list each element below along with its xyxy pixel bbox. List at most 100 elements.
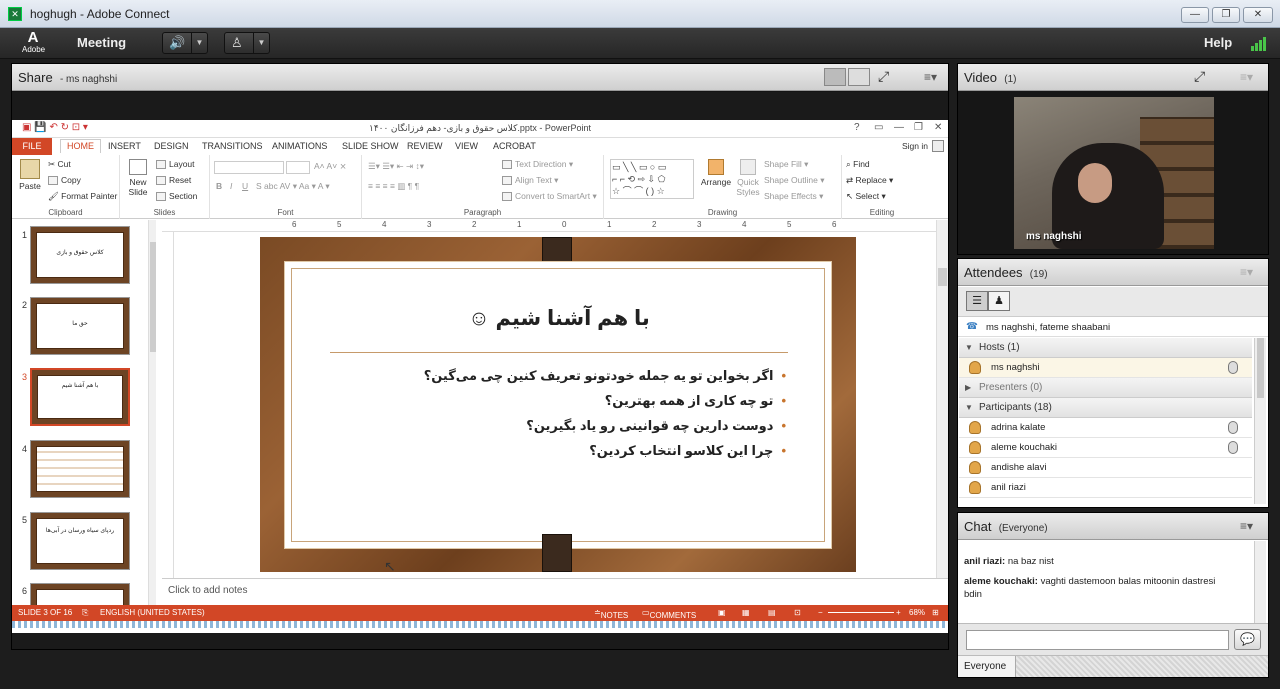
tab-design[interactable]: DESIGN [154, 141, 189, 151]
tab-file[interactable]: FILE [12, 138, 52, 155]
slide-thumbnail-5[interactable]: ردپای سیاه ورسان در آبی‌ها [30, 512, 130, 570]
slide-title[interactable]: با هم آشنا شیم ☺ [285, 306, 833, 331]
fullscreen-icon[interactable]: ⤢ [878, 68, 889, 85]
align-icons[interactable]: ≡ ≡ ≡ ≡ ▥ ¶ ¶ [368, 181, 419, 192]
underline-button[interactable]: U [242, 181, 248, 191]
normal-view-icon[interactable]: ▣ [718, 608, 726, 617]
fit-mode-button[interactable] [848, 68, 870, 86]
slide-bullet[interactable]: •دوست دارین چه قوانینی رو یاد بگیرین؟ [526, 418, 786, 434]
chat-input[interactable] [966, 630, 1229, 650]
attendee-row[interactable]: adrina kalate [959, 418, 1252, 438]
thumbnail-scrollbar[interactable] [148, 220, 156, 610]
close-button[interactable]: ✕ [1243, 7, 1273, 23]
shape-fill-button[interactable]: Shape Fill ▾ [764, 159, 808, 170]
copy-button[interactable]: Copy [48, 175, 81, 186]
close-icon[interactable]: ✕ [934, 122, 942, 133]
scroll-thumb[interactable] [150, 242, 156, 352]
find-button[interactable]: ⌕ Find [846, 159, 870, 170]
webcam-video[interactable]: ms naghshi [1014, 97, 1214, 249]
slide-scrollbar[interactable] [936, 220, 948, 578]
font-grow-icon[interactable]: A˄ A˅ ⨯ [314, 161, 347, 172]
italic-button[interactable]: I [230, 181, 232, 191]
attendee-row[interactable]: ms naghshi [959, 358, 1252, 378]
zoom-level[interactable]: 68% [909, 608, 925, 617]
sign-in-link[interactable]: Sign in [902, 141, 928, 151]
hosts-section[interactable]: ▼ Hosts (1) [959, 338, 1252, 358]
slide-thumbnail-1[interactable]: کلاس حقوق و بازی [30, 226, 130, 284]
font-size-input[interactable] [286, 161, 310, 174]
bold-button[interactable]: B [216, 181, 222, 191]
section-button[interactable]: Section [156, 191, 197, 202]
slide-canvas[interactable]: با هم آشنا شیم ☺ •اگر بخواین تو یه جمله … [260, 237, 856, 572]
layout-button[interactable]: Layout [156, 159, 195, 170]
speaker-toggle[interactable]: 🔊 ▼ [162, 32, 208, 54]
pod-menu-icon[interactable]: ≡▾ [1240, 519, 1253, 533]
meeting-menu[interactable]: Meeting [77, 35, 126, 50]
slide-thumbnail-3[interactable]: با هم آشنا شیم [30, 368, 130, 426]
tab-view[interactable]: VIEW [455, 141, 478, 151]
ribbon-display-icon[interactable]: ▭ [874, 122, 883, 133]
cut-button[interactable]: ✂ Cut [48, 159, 71, 170]
zoom-out-icon[interactable]: − [818, 608, 823, 617]
chevron-down-icon[interactable]: ▼ [191, 33, 207, 53]
restore-icon[interactable]: ❐ [914, 122, 923, 133]
zoom-slider[interactable] [828, 612, 894, 613]
list-icons[interactable]: ☰▾ ☰▾ ⇤ ⇥ ↕▾ [368, 161, 424, 172]
attendee-row[interactable]: andishe alavi [959, 458, 1252, 478]
attendee-row[interactable]: aleme kouchaki [959, 438, 1252, 458]
attendee-row[interactable]: anil riazi [959, 478, 1252, 498]
help-icon[interactable]: ? [854, 122, 860, 133]
arrange-button[interactable]: Arrange [700, 159, 732, 187]
tab-insert[interactable]: INSERT [108, 141, 141, 151]
tab-acrobat[interactable]: ACROBAT [493, 141, 536, 151]
tab-transitions[interactable]: TRANSITIONS [202, 141, 263, 151]
avatar-icon[interactable] [932, 140, 944, 152]
quick-styles-button[interactable]: Quick Styles [734, 159, 762, 197]
font-misc-icons[interactable]: S abc AV ▾ Aa ▾ A ▾ [256, 181, 330, 192]
slide-bullet[interactable]: •اگر بخواین تو یه جمله خودتونو تعریف کنی… [424, 368, 786, 384]
presenters-section[interactable]: ▶ Presenters (0) [959, 378, 1252, 398]
notes-toggle[interactable]: ≐ NOTES [594, 608, 628, 620]
tab-slide-show[interactable]: SLIDE SHOW [342, 141, 399, 151]
send-message-button[interactable]: 💬 [1234, 629, 1261, 650]
chat-scrollbar[interactable] [1254, 541, 1266, 623]
shapes-gallery[interactable]: ▭ ╲ ╲ ▭ ○ ▭ ⌐ ⌐ ⟲ ⇨ ⇩ ⬠ ☆ ⌒ ⌒ ( ) ☆ [610, 159, 694, 199]
notes-pane[interactable]: Click to add notes [162, 578, 948, 605]
select-button[interactable]: ↖ Select ▾ [846, 191, 886, 202]
slide-thumbnail-4[interactable] [30, 440, 130, 498]
convert-smartart-button[interactable]: Convert to SmartArt ▾ [502, 191, 597, 202]
language-status[interactable]: ENGLISH (UNITED STATES) [100, 608, 205, 617]
new-slide-button[interactable]: New Slide [124, 159, 152, 197]
help-menu[interactable]: Help [1204, 35, 1232, 50]
slide-bullet[interactable]: •چرا این کلاسو انتخاب کردین؟ [589, 443, 786, 459]
pod-menu-icon[interactable]: ≡▾ [1240, 265, 1253, 279]
shape-outline-button[interactable]: Shape Outline ▾ [764, 175, 825, 186]
chevron-down-icon[interactable]: ▼ [253, 33, 269, 53]
replace-button[interactable]: ⇄ Replace ▾ [846, 175, 893, 186]
format-painter-button[interactable]: 🖌 Format Painter [48, 191, 117, 202]
pod-menu-icon[interactable]: ≡▾ [1240, 70, 1253, 84]
minimize-icon[interactable]: — [894, 122, 904, 133]
minimize-button[interactable]: — [1181, 7, 1209, 23]
paste-button[interactable]: Paste [16, 159, 44, 191]
font-name-input[interactable] [214, 161, 284, 174]
scroll-thumb[interactable] [938, 268, 947, 286]
shape-effects-button[interactable]: Shape Effects ▾ [764, 191, 823, 202]
slide-sorter-icon[interactable]: ▦ [742, 608, 750, 617]
slide-thumbnail-2[interactable]: حق ما [30, 297, 130, 355]
zoom-in-icon[interactable]: + [896, 608, 901, 617]
tab-home[interactable]: HOME [60, 139, 101, 153]
attendees-scrollbar[interactable] [1254, 338, 1266, 504]
comments-toggle[interactable]: ▭ COMMENTS [642, 608, 696, 620]
pod-menu-icon[interactable]: ≡▾ [924, 70, 937, 84]
reset-button[interactable]: Reset [156, 175, 191, 186]
participants-section[interactable]: ▼ Participants (18) [959, 398, 1252, 418]
align-text-button[interactable]: Align Text ▾ [502, 175, 558, 186]
recipient-tab-everyone[interactable]: Everyone [958, 656, 1016, 677]
people-view-icon[interactable]: ♟ [988, 291, 1010, 311]
slideshow-view-icon[interactable]: ⊡ [794, 608, 801, 617]
fullscreen-icon[interactable]: ⤢ [1194, 68, 1205, 85]
reading-view-icon[interactable]: ▤ [768, 608, 776, 617]
role-toggle[interactable]: ♙ ▼ [224, 32, 270, 54]
restore-button[interactable]: ❐ [1212, 7, 1240, 23]
